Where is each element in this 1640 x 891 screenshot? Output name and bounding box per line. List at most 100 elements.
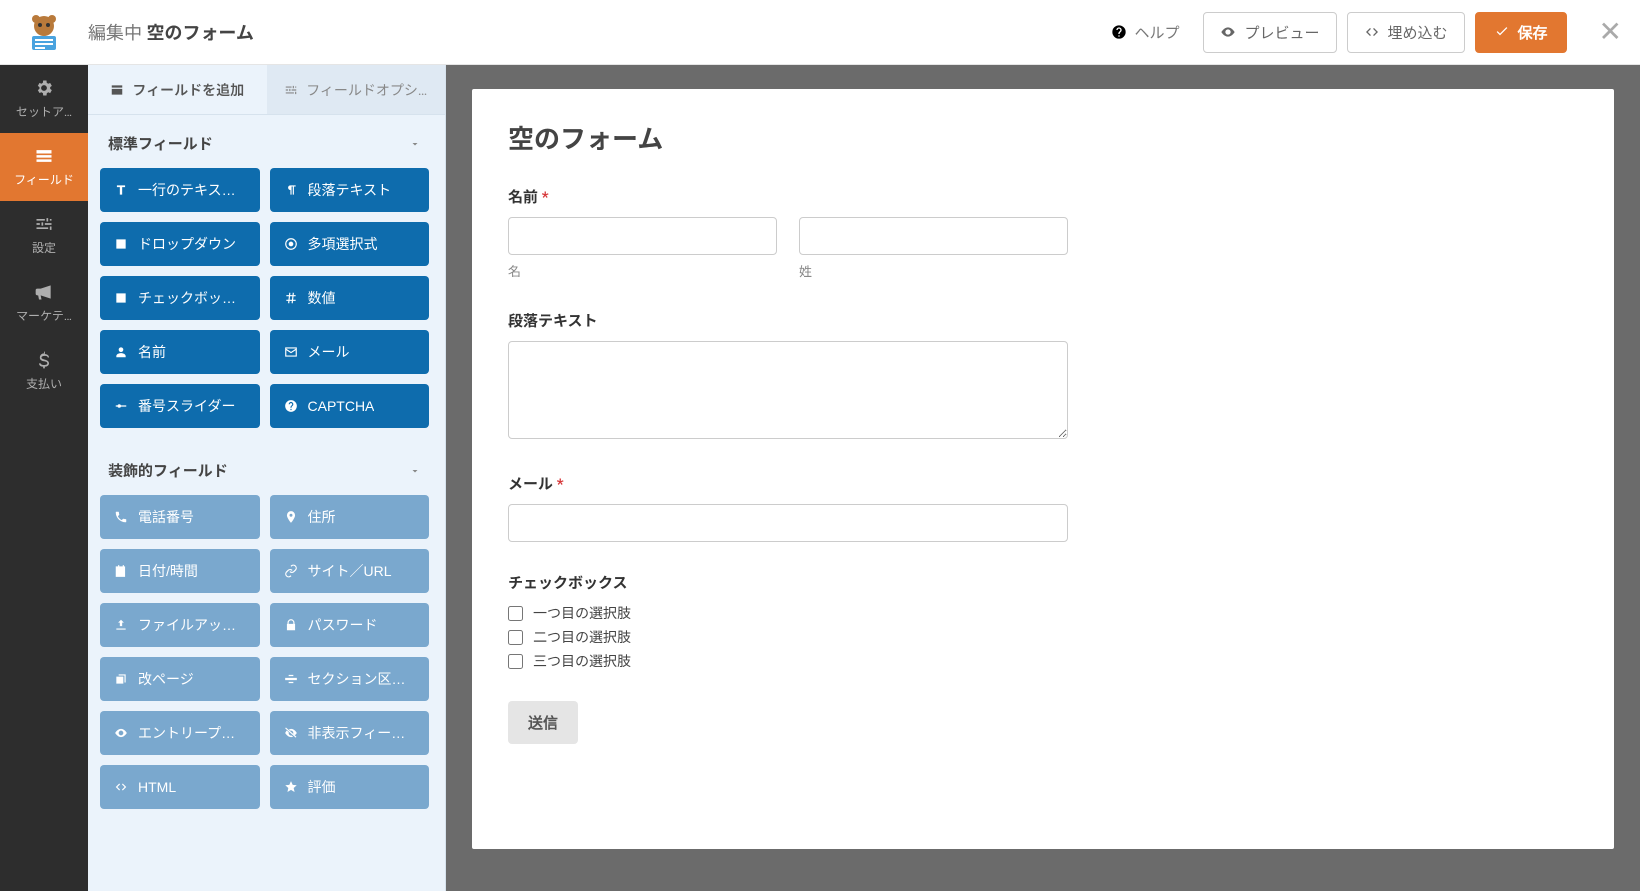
tab-add-field[interactable]: フィールドを追加 [88,65,267,114]
save-label: 保存 [1518,22,1548,43]
field-button-checkbox[interactable]: チェックボックス [100,276,260,320]
help-link[interactable]: ヘルプ [1097,14,1193,51]
upload-icon [114,618,128,632]
field-button-label: ファイルアップロ… [138,615,246,635]
field-button-label: 改ページ [138,669,194,689]
preview-button[interactable]: プレビュー [1203,12,1336,53]
checkbox-input[interactable] [508,606,523,621]
field-button-label: 一行のテキスト入力 [138,180,246,200]
phone-icon [114,510,128,524]
sidebar-tabs: フィールドを追加 フィールドオプシ… [88,65,445,115]
field-button-paragraph[interactable]: 段落テキスト [270,168,430,212]
paragraph-label: 段落テキスト [508,310,1578,331]
field-button-label: 名前 [138,342,166,362]
field-button-code[interactable]: HTML [100,765,260,809]
checkbox-option-label: 三つ目の選択肢 [533,651,631,671]
field-button-label: ドロップダウン [138,234,236,254]
first-name-input[interactable] [508,217,777,255]
nav-fields-label: フィールド [14,171,74,188]
checkbox-input[interactable] [508,654,523,669]
field-button-eye[interactable]: エントリープレビ… [100,711,260,755]
field-button-copy[interactable]: 改ページ [100,657,260,701]
fields-sidebar: フィールドを追加 フィールドオプシ… 標準フィールド 一行のテキスト入力 段落テキ… [88,65,446,891]
field-button-dropdown[interactable]: ドロップダウン [100,222,260,266]
paragraph-icon [284,183,298,197]
checkbox-option[interactable]: 三つ目の選択肢 [508,651,1578,671]
field-button-star[interactable]: 評価 [270,765,430,809]
field-button-radio[interactable]: 多項選択式 [270,222,430,266]
field-button-label: 住所 [308,507,336,527]
field-button-label: サイト／URL [308,561,392,581]
submit-button[interactable]: 送信 [508,701,578,744]
hash-icon [284,291,298,305]
close-icon[interactable]: ✕ [1599,18,1622,46]
eye-icon [114,726,128,740]
group-fancy: 装飾的フィールド 電話番号 住所日付/時間 サイト／URL ファイルアップロ… パスワー… [88,442,441,823]
tab-field-options[interactable]: フィールドオプシ… [267,65,446,114]
group-fancy-header[interactable]: 装飾的フィールド [100,442,429,495]
field-button-eyeoff[interactable]: 非表示フィールド [270,711,430,755]
nav-settings[interactable]: 設定 [0,201,88,269]
field-button-label: パスワード [308,615,378,635]
field-checkbox[interactable]: チェックボックス 一つ目の選択肢二つ目の選択肢三つ目の選択肢 [508,572,1578,671]
divider-icon [284,672,298,686]
radio-icon [284,237,298,251]
field-button-user[interactable]: 名前 [100,330,260,374]
save-button[interactable]: 保存 [1475,12,1567,53]
field-button-label: セクション区切り [308,669,416,689]
text-icon [114,183,128,197]
field-button-label: 日付/時間 [138,561,198,581]
field-button-text[interactable]: 一行のテキスト入力 [100,168,260,212]
field-button-calendar[interactable]: 日付/時間 [100,549,260,593]
checkbox-label: チェックボックス [508,572,1578,593]
left-nav: セットア… フィールド 設定 マーケテ… 支払い [0,65,88,891]
field-button-upload[interactable]: ファイルアップロ… [100,603,260,647]
checkbox-option[interactable]: 二つ目の選択肢 [508,627,1578,647]
eyeoff-icon [284,726,298,740]
field-name[interactable]: 名前 * 名 姓 [508,186,1578,280]
field-button-phone[interactable]: 電話番号 [100,495,260,539]
form-canvas[interactable]: 空のフォーム 名前 * 名 姓 段落テキスト [472,89,1614,849]
checkbox-input[interactable] [508,630,523,645]
field-button-divider[interactable]: セクション区切り [270,657,430,701]
topbar-actions: ヘルプ プレビュー 埋め込む 保存 ✕ [1097,12,1622,53]
field-button-label: エントリープレビ… [138,723,246,743]
field-button-link[interactable]: サイト／URL [270,549,430,593]
help-icon [1111,24,1127,40]
email-input[interactable] [508,504,1068,542]
field-email[interactable]: メール * [508,473,1578,542]
last-name-sublabel: 姓 [799,261,1068,280]
field-button-mail[interactable]: メール [270,330,430,374]
group-standard-title: 標準フィールド [108,133,213,154]
checkbox-option[interactable]: 一つ目の選択肢 [508,603,1578,623]
nav-marketing-label: マーケテ… [16,307,72,324]
embed-button[interactable]: 埋め込む [1347,12,1465,53]
field-button-help[interactable]: CAPTCHA [270,384,430,428]
field-button-label: HTML [138,779,176,795]
group-standard-header[interactable]: 標準フィールド [100,115,429,168]
form-title: 空のフォーム [508,119,1578,156]
sidebar-body[interactable]: 標準フィールド 一行のテキスト入力 段落テキストドロップダウン 多項選択式チェックボ… [88,115,445,891]
canvas-area[interactable]: 空のフォーム 名前 * 名 姓 段落テキスト [446,65,1640,891]
field-button-slider[interactable]: 番号スライダー [100,384,260,428]
app-logo [0,12,88,52]
field-button-pin[interactable]: 住所 [270,495,430,539]
nav-payments[interactable]: 支払い [0,337,88,405]
last-name-input[interactable] [799,217,1068,255]
field-paragraph[interactable]: 段落テキスト [508,310,1578,443]
field-button-label: チェックボックス [138,288,246,308]
checkbox-option-label: 二つ目の選択肢 [533,627,631,647]
field-button-lock[interactable]: パスワード [270,603,430,647]
nav-fields[interactable]: フィールド [0,133,88,201]
sliders-icon [284,83,298,97]
paragraph-textarea[interactable] [508,341,1068,439]
field-button-label: 多項選択式 [308,234,378,254]
field-button-label: 非表示フィールド [308,723,416,743]
nav-setup[interactable]: セットア… [0,65,88,133]
tab-field-options-label: フィールドオプシ… [306,80,427,100]
field-button-label: メール [308,342,350,362]
nav-marketing[interactable]: マーケテ… [0,269,88,337]
code-icon [1364,24,1380,40]
form-name[interactable]: 空のフォーム [146,23,253,44]
field-button-hash[interactable]: 数値 [270,276,430,320]
